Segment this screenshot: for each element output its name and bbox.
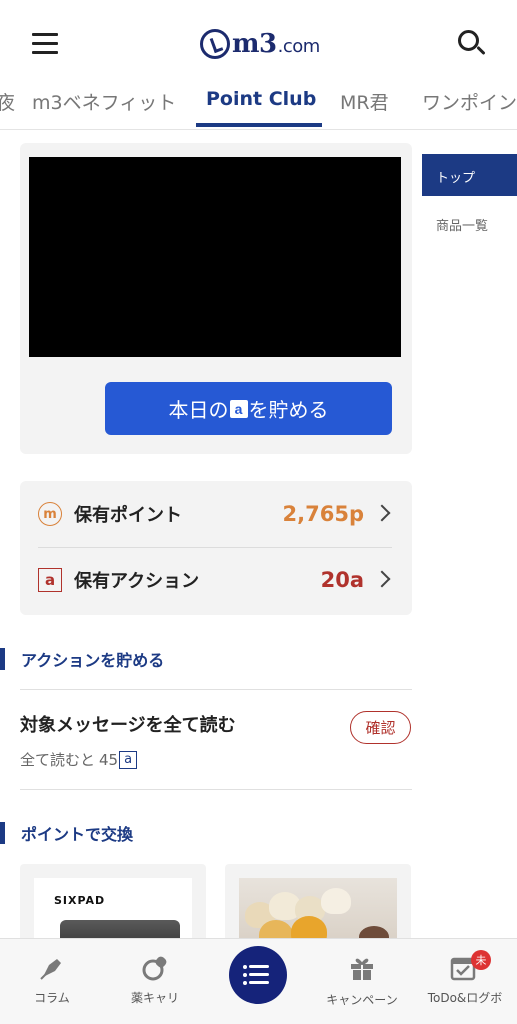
tab-one-point[interactable]: ワンポイン xyxy=(422,88,517,124)
owned-points-row[interactable]: m 保有ポイント 2,765p xyxy=(38,492,394,536)
m3-logo[interactable]: m3.com xyxy=(200,24,320,64)
owned-actions-label: 保有アクション xyxy=(74,571,200,592)
nav-career-label: 薬キャリ xyxy=(130,991,179,1005)
owned-actions-value: 20a xyxy=(320,568,364,592)
task-sub-value: 45 xyxy=(99,750,119,769)
menu-icon[interactable] xyxy=(32,33,58,55)
task-sub-prefix: 全て読むと xyxy=(20,751,96,769)
tab-point-club[interactable]: Point Club xyxy=(206,88,316,124)
tab-night[interactable]: 夜 xyxy=(0,88,15,124)
gift-icon xyxy=(351,958,373,980)
owned-actions-row[interactable]: a 保有アクション 20a xyxy=(38,558,394,602)
action-icon: a xyxy=(229,399,248,418)
search-icon[interactable] xyxy=(458,30,486,56)
side-nav-top[interactable]: トップ xyxy=(422,154,517,196)
section-heading-collect: アクションを貯める xyxy=(0,648,164,670)
app-header: m3.com xyxy=(0,0,517,82)
pen-icon xyxy=(40,959,61,980)
section-heading-exchange: ポイントで交換 xyxy=(0,822,133,844)
points-m-icon: m xyxy=(38,502,62,526)
active-tab-indicator xyxy=(196,123,322,127)
video-player[interactable] xyxy=(29,157,401,357)
product-brand: SIXPAD xyxy=(54,894,106,907)
divider xyxy=(20,689,412,690)
nav-column-label: コラム xyxy=(34,991,70,1005)
chevron-right-icon xyxy=(373,570,391,588)
chevron-right-icon xyxy=(373,504,391,522)
logo-suffix: .com xyxy=(277,36,321,57)
owned-points-value: 2,765p xyxy=(282,502,364,526)
collect-today-button[interactable]: 本日の a を貯める xyxy=(105,382,392,435)
product-image: SIXPAD xyxy=(34,878,192,944)
tab-mr-kun[interactable]: MR君 xyxy=(340,88,389,124)
product-image xyxy=(239,878,397,944)
action-a-icon: a xyxy=(38,568,62,592)
owned-points-label: 保有ポイント xyxy=(74,505,182,526)
product-card-sixpad[interactable]: SIXPAD xyxy=(20,864,206,944)
m3-logo-mark-icon xyxy=(200,29,230,59)
task-title[interactable]: 対象メッセージを全て読む xyxy=(20,711,236,737)
confirm-button[interactable]: 確認 xyxy=(350,711,411,744)
product-card-gelato[interactable] xyxy=(225,864,411,944)
section-title: アクションを貯める xyxy=(21,651,165,670)
divider xyxy=(20,789,412,790)
cta-prefix: 本日の xyxy=(168,400,229,422)
section-title: ポイントで交換 xyxy=(21,825,134,844)
side-nav-products[interactable]: 商品一覧 xyxy=(436,215,488,234)
nav-todo-label: ToDo&ログボ xyxy=(427,991,503,1005)
tab-m3-benefit[interactable]: m3ベネフィット xyxy=(32,88,176,124)
nav-campaign-label: キャンペーン xyxy=(326,993,398,1007)
section-accent-bar xyxy=(0,648,5,670)
todo-badge: 未 xyxy=(471,950,491,970)
list-menu-button[interactable] xyxy=(229,946,287,1004)
action-a-icon: a xyxy=(119,750,138,769)
cta-suffix: を貯める xyxy=(248,400,329,422)
section-accent-bar xyxy=(0,822,5,844)
logo-text: m3 xyxy=(232,29,277,59)
divider xyxy=(38,547,392,548)
capsule-icon xyxy=(142,956,167,981)
task-subtitle: 全て読むと 45 a xyxy=(20,749,138,770)
